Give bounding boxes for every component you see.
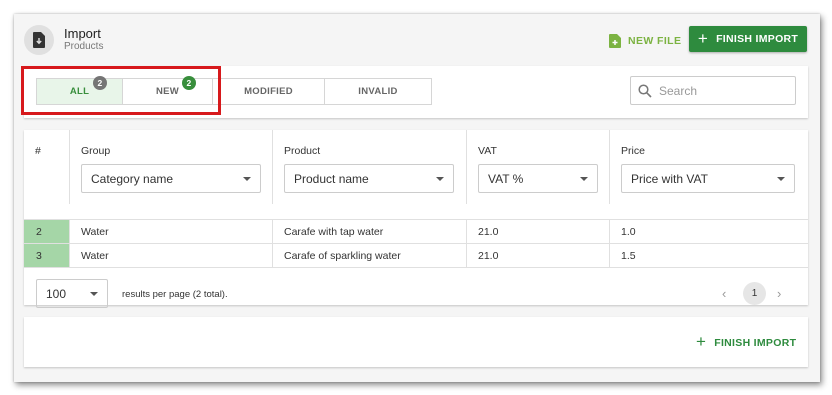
plus-icon: + bbox=[696, 332, 707, 351]
row-number: 3 bbox=[24, 244, 70, 267]
divider bbox=[24, 267, 808, 268]
table-row[interactable]: 2 Water Carafe with tap water 21.0 1.0 bbox=[24, 219, 808, 243]
product-filter-select[interactable]: Product name bbox=[284, 164, 454, 193]
count-badge: 2 bbox=[182, 76, 196, 90]
table-row[interactable]: 3 Water Carafe of sparkling water 21.0 1… bbox=[24, 243, 808, 267]
finish-import-button-bottom[interactable]: + FINISH IMPORT bbox=[696, 332, 797, 351]
cell-product: Carafe with tap water bbox=[273, 220, 467, 243]
finish-import-label: FINISH IMPORT bbox=[716, 33, 799, 45]
vat-filter-select[interactable]: VAT % bbox=[478, 164, 598, 193]
column-header-price: Price Price with VAT bbox=[610, 130, 808, 204]
new-file-button[interactable]: NEW FILE bbox=[609, 30, 681, 52]
finish-import-label: FINISH IMPORT bbox=[714, 336, 797, 349]
tab-label: ALL bbox=[69, 86, 90, 97]
search-input[interactable] bbox=[659, 83, 779, 98]
chevron-down-icon bbox=[90, 292, 98, 296]
new-file-icon bbox=[609, 34, 621, 48]
page-subtitle: Products bbox=[64, 41, 104, 52]
new-file-label: NEW FILE bbox=[628, 35, 682, 47]
search-box bbox=[630, 76, 796, 105]
column-header-number: # bbox=[24, 130, 70, 204]
column-label: Product bbox=[284, 145, 321, 157]
products-table: # Group Category name Product Product na… bbox=[24, 130, 808, 308]
chevron-down-icon bbox=[777, 177, 785, 181]
tab-label: NEW bbox=[155, 86, 180, 97]
status-tabs: ALL 2 NEW 2 MODIFIED INVALID bbox=[36, 76, 432, 105]
column-header-vat: VAT VAT % bbox=[467, 130, 610, 204]
cell-product: Carafe of sparkling water bbox=[273, 244, 467, 267]
search-icon bbox=[638, 83, 652, 98]
tab-all[interactable]: ALL 2 bbox=[37, 76, 123, 104]
filter-bar: ALL 2 NEW 2 MODIFIED INVALID bbox=[24, 66, 808, 118]
cell-vat: 21.0 bbox=[467, 244, 610, 267]
chevron-right-icon[interactable]: › bbox=[777, 286, 781, 301]
tab-label: INVALID bbox=[358, 86, 398, 97]
results-summary: results per page (2 total). bbox=[122, 289, 228, 300]
column-label: Price bbox=[621, 145, 645, 157]
tab-invalid[interactable]: INVALID bbox=[325, 79, 431, 104]
chevron-down-icon bbox=[580, 177, 588, 181]
chevron-left-icon[interactable]: ‹ bbox=[722, 286, 726, 301]
select-value: 100 bbox=[46, 286, 67, 301]
cell-group: Water bbox=[70, 244, 273, 267]
column-label: VAT bbox=[478, 145, 497, 157]
select-value: Price with VAT bbox=[631, 171, 708, 186]
cell-price: 1.0 bbox=[621, 225, 636, 238]
tab-modified[interactable]: MODIFIED bbox=[213, 79, 325, 104]
select-value: Product name bbox=[294, 171, 369, 186]
cell-price: 1.5 bbox=[621, 249, 636, 262]
column-header-group: Group Category name bbox=[70, 130, 273, 204]
row-number: 2 bbox=[24, 220, 70, 243]
page-title: Import bbox=[64, 26, 101, 41]
chevron-down-icon bbox=[243, 177, 251, 181]
plus-icon: + bbox=[697, 28, 709, 48]
footer-bar: + FINISH IMPORT bbox=[24, 317, 808, 367]
cell-group: Water bbox=[70, 220, 273, 243]
import-file-icon bbox=[24, 25, 54, 55]
group-filter-select[interactable]: Category name bbox=[81, 164, 261, 193]
cell-vat: 21.0 bbox=[467, 220, 610, 243]
select-value: Category name bbox=[91, 171, 174, 186]
column-header-product: Product Product name bbox=[273, 130, 467, 204]
tab-new[interactable]: NEW 2 bbox=[123, 76, 213, 104]
select-value: VAT % bbox=[488, 171, 524, 186]
count-badge: 2 bbox=[93, 76, 107, 90]
tab-label: MODIFIED bbox=[244, 86, 293, 97]
page-button[interactable]: 1 bbox=[743, 282, 766, 305]
price-filter-select[interactable]: Price with VAT bbox=[621, 164, 795, 193]
import-panel: Import Products NEW FILE + FINISH IMPORT… bbox=[14, 14, 820, 382]
chevron-down-icon bbox=[436, 177, 444, 181]
per-page-select[interactable]: 100 bbox=[36, 279, 108, 308]
column-label: Group bbox=[81, 145, 111, 157]
column-label: # bbox=[35, 145, 41, 157]
finish-import-button[interactable]: + FINISH IMPORT bbox=[689, 26, 807, 52]
